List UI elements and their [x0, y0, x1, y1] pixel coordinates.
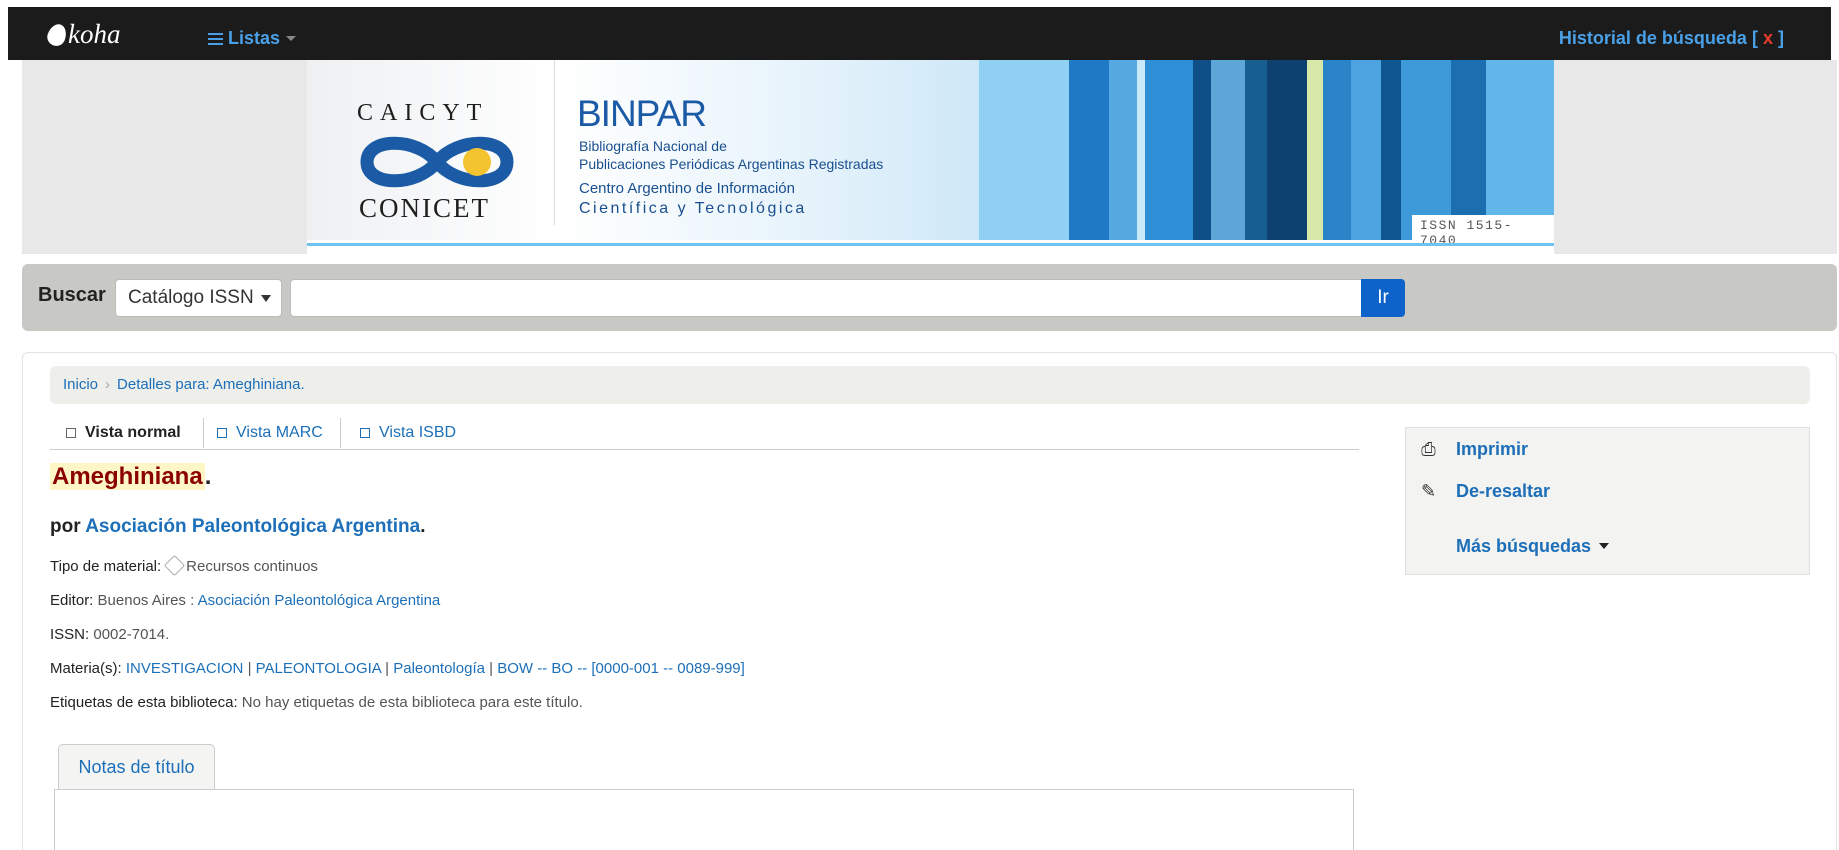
- publisher-label: Editor:: [50, 592, 94, 609]
- tags-label: Etiquetas de esta biblioteca:: [50, 694, 238, 711]
- caicyt-fullname-line2: Científica y Tecnológica: [579, 200, 807, 217]
- search-scope-value: Catálogo ISSN: [128, 287, 254, 308]
- lists-menu[interactable]: Listas: [208, 28, 297, 49]
- search-history: Historial de búsqueda [ x ]: [1559, 28, 1784, 49]
- search-go-button[interactable]: Ir: [1361, 279, 1405, 317]
- history-bracket-open: [: [1751, 28, 1758, 48]
- issn-field: ISSN: 0002-7014.: [50, 626, 169, 643]
- history-bracket-close: ]: [1778, 28, 1784, 48]
- tab-marc-label: Vista MARC: [236, 424, 323, 441]
- clear-history-button[interactable]: x: [1763, 28, 1773, 48]
- pencil-icon: ✎: [1420, 481, 1437, 501]
- normal-view-icon: [66, 428, 76, 438]
- print-icon: ⎙: [1421, 439, 1436, 459]
- tab-marc-view[interactable]: Vista MARC: [217, 416, 323, 450]
- tab-separator: [340, 418, 341, 448]
- author-prefix: por: [50, 516, 81, 537]
- caicyt-logo-text: CAICYT: [357, 100, 489, 126]
- subjects-label: Materia(s):: [50, 660, 122, 677]
- breadcrumb-current-link[interactable]: Detalles para: Ameghiniana.: [117, 376, 305, 393]
- search-history-link[interactable]: Historial de búsqueda: [1559, 28, 1747, 48]
- caicyt-fullname-line1: Centro Argentino de Información: [579, 180, 795, 197]
- tab-title-notes[interactable]: Notas de título: [58, 744, 215, 790]
- material-type-field: Tipo de material: Recursos continuos: [50, 554, 318, 577]
- issn-value: 0002-7014.: [93, 626, 170, 643]
- issn-label: ISSN:: [50, 626, 90, 643]
- isbd-view-icon: [360, 428, 370, 438]
- unhighlight-action[interactable]: ✎ De-resaltar: [1420, 481, 1550, 502]
- actions-sidebar: ⎙ Imprimir ✎ De-resaltar Más búsquedas: [1405, 427, 1810, 575]
- publisher-field: Editor: Buenos Aires : Asociación Paleon…: [50, 592, 440, 609]
- print-label: Imprimir: [1456, 439, 1529, 459]
- tab-normal-label: Vista normal: [85, 424, 181, 441]
- caicyt-infinity-logo: [360, 136, 514, 188]
- tab-isbd-view[interactable]: Vista ISBD: [360, 416, 456, 450]
- print-action[interactable]: ⎙ Imprimir: [1420, 439, 1528, 460]
- publisher-link[interactable]: Asociación Paleontológica Argentina: [198, 592, 441, 609]
- material-type-label: Tipo de material:: [50, 558, 162, 575]
- author-suffix: .: [420, 516, 426, 537]
- search-input[interactable]: [290, 279, 1385, 317]
- record-title-highlighted: Ameghiniana: [50, 463, 205, 490]
- binpar-title: BINPAR: [577, 93, 707, 134]
- view-tabs: Vista normal Vista MARC Vista ISBD: [50, 416, 1359, 450]
- binpar-subtitle-line1: Bibliografía Nacional de: [579, 138, 727, 154]
- banner-stripes: [979, 60, 1554, 240]
- record-title-suffix: .: [204, 463, 212, 490]
- subject-separator: |: [385, 660, 390, 677]
- notes-panel: [54, 789, 1354, 850]
- subjects-field: Materia(s): INVESTIGACION | PALEONTOLOGI…: [50, 660, 745, 677]
- continuing-resource-icon: [164, 554, 186, 577]
- subject-link[interactable]: INVESTIGACION: [126, 660, 244, 677]
- material-type-value: Recursos continuos: [186, 558, 318, 575]
- koha-leaf-icon: [44, 21, 70, 49]
- tags-value: No hay etiquetas de esta biblioteca para…: [241, 694, 583, 711]
- publisher-place: Buenos Aires :: [97, 592, 195, 609]
- search-label: Buscar: [38, 284, 106, 306]
- search-scope-select[interactable]: Catálogo ISSN: [115, 279, 282, 317]
- list-icon: [208, 33, 223, 45]
- breadcrumb: Inicio › Detalles para: Ameghiniana.: [50, 366, 1810, 404]
- binpar-subtitle-line2: Publicaciones Periódicas Argentinas Regi…: [579, 156, 884, 172]
- koha-logo[interactable]: koha: [44, 19, 121, 49]
- caret-down-icon: [286, 36, 297, 41]
- breadcrumb-home-link[interactable]: Inicio: [63, 376, 98, 393]
- more-searches-dropdown[interactable]: Más búsquedas: [1420, 536, 1610, 557]
- unhighlight-label: De-resaltar: [1456, 481, 1551, 501]
- record-author: por Asociación Paleontológica Argentina.: [50, 516, 426, 538]
- binpar-banner: CAICYT CONICET BINPAR Bibliografía Nacio…: [307, 60, 1554, 254]
- top-navbar: koha Listas Historial de búsqueda [ x ]: [8, 7, 1831, 60]
- subject-link[interactable]: PALEONTOLOGIA: [256, 660, 381, 677]
- select-arrow-icon: [261, 295, 271, 302]
- subject-link[interactable]: Paleontología: [393, 660, 485, 677]
- subject-link[interactable]: BOW -- BO -- [0000-001 -- 0089-999]: [497, 660, 745, 677]
- koha-logo-text: koha: [68, 19, 121, 49]
- search-bar: Buscar Catálogo ISSN Ir: [22, 264, 1837, 331]
- subject-separator: |: [247, 660, 252, 677]
- author-link[interactable]: Asociación Paleontológica Argentina: [85, 516, 420, 537]
- tags-field: Etiquetas de esta biblioteca: No hay eti…: [50, 694, 583, 711]
- binpar-subtitle: Bibliografía Nacional de Publicaciones P…: [579, 137, 883, 173]
- tab-normal-view[interactable]: Vista normal: [66, 416, 181, 450]
- record-title: Ameghiniana.: [50, 463, 211, 491]
- tab-separator: [203, 418, 204, 448]
- caret-down-icon: [1599, 543, 1610, 549]
- subject-separator: |: [489, 660, 494, 677]
- more-searches-label: Más búsquedas: [1456, 536, 1592, 556]
- marc-view-icon: [217, 428, 227, 438]
- breadcrumb-separator: ›: [105, 376, 111, 393]
- banner-underline: [307, 243, 1554, 246]
- tab-isbd-label: Vista ISBD: [379, 424, 457, 441]
- lists-label: Listas: [228, 28, 281, 48]
- conicet-logo-text: CONICET: [359, 193, 490, 223]
- banner-divider: [554, 60, 555, 225]
